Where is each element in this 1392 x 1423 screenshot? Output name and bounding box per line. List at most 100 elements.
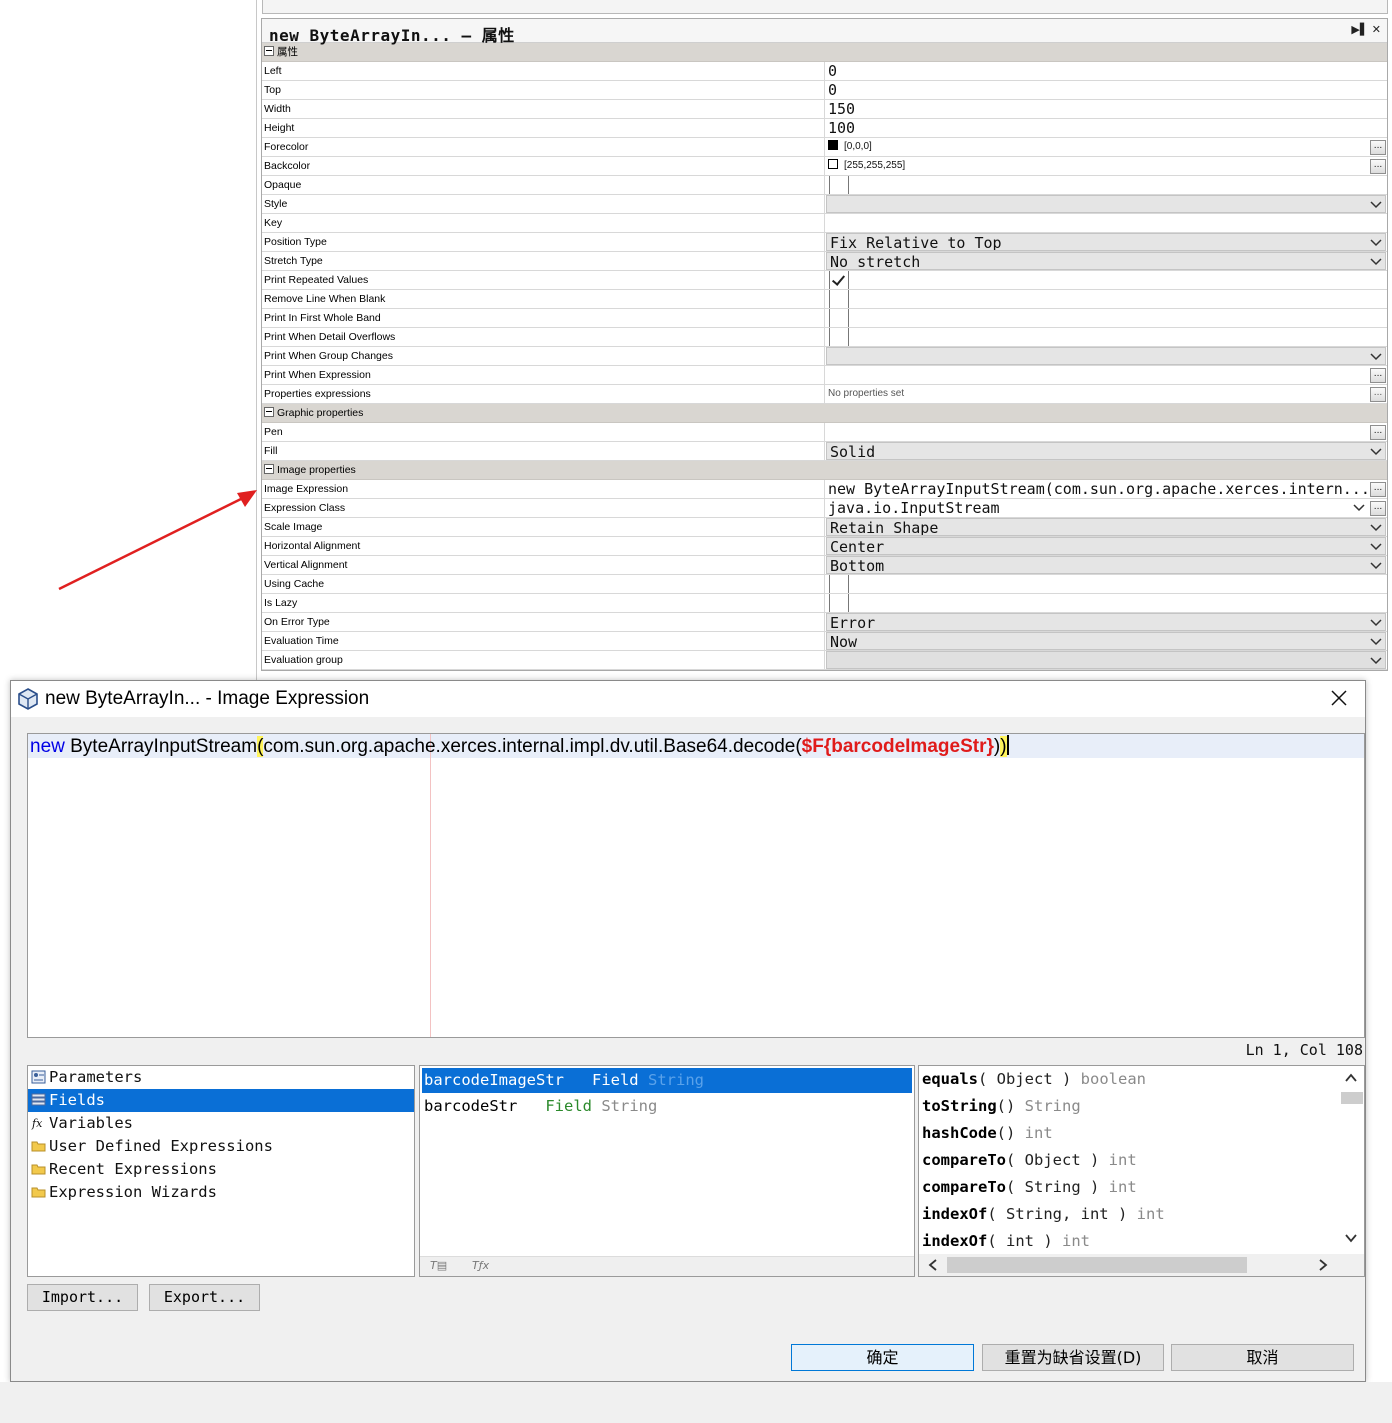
- property-row-print-when-group-changes[interactable]: Print When Group Changes: [262, 347, 1387, 366]
- property-value[interactable]: ...: [825, 423, 1387, 441]
- property-row-print-when-detail-overflows[interactable]: Print When Detail Overflows: [262, 328, 1387, 347]
- ellipsis-button[interactable]: ...: [1370, 425, 1386, 440]
- property-value[interactable]: No properties set...: [825, 385, 1387, 403]
- property-row-pen[interactable]: Pen...: [262, 423, 1387, 442]
- property-value[interactable]: No stretch: [826, 252, 1386, 270]
- filter-type-icon[interactable]: T▤: [430, 1259, 447, 1272]
- chevron-down-icon[interactable]: [1370, 521, 1382, 533]
- property-value[interactable]: java.io.InputStream...: [825, 499, 1387, 517]
- chevron-down-icon[interactable]: [1370, 616, 1382, 628]
- property-value[interactable]: Bottom: [826, 556, 1386, 574]
- methods-vertical-scrollbar[interactable]: [1339, 1066, 1364, 1256]
- property-row-height[interactable]: Height 100: [262, 119, 1387, 138]
- property-row-position-type[interactable]: Position Type Fix Relative to Top: [262, 233, 1387, 252]
- method-item[interactable]: compareTo( Object ) int: [919, 1147, 1364, 1174]
- property-value[interactable]: 150: [825, 100, 1387, 118]
- tree-item-user-defined-expressions[interactable]: User Defined Expressions: [28, 1135, 414, 1158]
- property-value[interactable]: 100: [825, 119, 1387, 137]
- scroll-right-icon[interactable]: [1317, 1259, 1329, 1271]
- collapse-icon[interactable]: [264, 46, 274, 56]
- collapse-icon[interactable]: [264, 464, 274, 474]
- property-value[interactable]: Error: [826, 613, 1386, 631]
- property-value[interactable]: [825, 290, 1387, 308]
- ellipsis-button[interactable]: ...: [1370, 482, 1386, 497]
- reset-defaults-button[interactable]: 重置为缺省设置(D): [982, 1344, 1164, 1371]
- property-row-opaque[interactable]: Opaque: [262, 176, 1387, 195]
- tree-item-variables[interactable]: fx Variables: [28, 1112, 414, 1135]
- tree-item-recent-expressions[interactable]: Recent Expressions: [28, 1158, 414, 1181]
- property-row-is-lazy[interactable]: Is Lazy: [262, 594, 1387, 613]
- property-row-width[interactable]: Width 150: [262, 100, 1387, 119]
- property-value[interactable]: Now: [826, 632, 1386, 650]
- property-row-properties-expressions[interactable]: Properties expressions No properties set.…: [262, 385, 1387, 404]
- method-item[interactable]: toString() String: [919, 1093, 1364, 1120]
- property-value[interactable]: Solid: [826, 442, 1386, 460]
- ellipsis-button[interactable]: ...: [1370, 368, 1386, 383]
- field-item-barcodestr[interactable]: barcodeStr Field String: [420, 1093, 914, 1120]
- field-item-barcodeimagestr[interactable]: barcodeImageStr Field String: [422, 1068, 912, 1093]
- vertical-scroll-thumb[interactable]: [1341, 1092, 1363, 1104]
- tree-item-parameters[interactable]: Parameters: [28, 1066, 414, 1089]
- chevron-down-icon[interactable]: [1370, 350, 1382, 362]
- property-row-vertical-alignment[interactable]: Vertical Alignment Bottom: [262, 556, 1387, 575]
- expression-editor[interactable]: new ByteArrayInputStream(com.sun.org.apa…: [27, 733, 1365, 1038]
- ellipsis-button[interactable]: ...: [1370, 501, 1386, 516]
- method-item[interactable]: indexOf( int ) int: [919, 1228, 1364, 1255]
- property-value[interactable]: [825, 594, 1387, 612]
- property-row-print-when-expression[interactable]: Print When Expression...: [262, 366, 1387, 385]
- property-row-expression-class[interactable]: Expression Class java.io.InputStream...: [262, 499, 1387, 518]
- property-value[interactable]: 0: [825, 81, 1387, 99]
- scroll-up-icon[interactable]: [1345, 1072, 1357, 1084]
- chevron-down-icon[interactable]: [1370, 198, 1382, 210]
- property-value[interactable]: [0,0,0]...: [825, 138, 1387, 156]
- section-graphic[interactable]: Graphic properties: [262, 404, 1387, 423]
- property-row-stretch-type[interactable]: Stretch Type No stretch: [262, 252, 1387, 271]
- property-value[interactable]: [825, 575, 1387, 593]
- property-row-image-expression[interactable]: Image Expression new ByteArrayInputStream…: [262, 480, 1387, 499]
- ellipsis-button[interactable]: ...: [1370, 387, 1386, 402]
- checkbox[interactable]: [829, 176, 849, 194]
- chevron-down-icon[interactable]: [1370, 445, 1382, 457]
- property-row-horizontal-alignment[interactable]: Horizontal Alignment Center: [262, 537, 1387, 556]
- property-value[interactable]: [826, 347, 1386, 365]
- methods-horizontal-scrollbar[interactable]: [919, 1254, 1364, 1276]
- scroll-down-icon[interactable]: [1345, 1232, 1357, 1244]
- checkbox[interactable]: [829, 271, 849, 289]
- ok-button[interactable]: 确定: [791, 1344, 974, 1371]
- section-image[interactable]: Image properties: [262, 461, 1387, 480]
- method-item[interactable]: equals( Object ) boolean: [919, 1066, 1364, 1093]
- property-value[interactable]: ...: [825, 366, 1387, 384]
- panel-menu-icon[interactable]: ▶▌ ✕: [1351, 23, 1381, 36]
- property-row-forecolor[interactable]: Forecolor [0,0,0]...: [262, 138, 1387, 157]
- import-button[interactable]: Import...: [27, 1284, 138, 1311]
- chevron-down-icon[interactable]: [1370, 635, 1382, 647]
- property-value[interactable]: [826, 195, 1386, 213]
- checkbox[interactable]: [829, 594, 849, 612]
- property-value[interactable]: new ByteArrayInputStream(com.sun.org.apa…: [825, 480, 1387, 498]
- property-row-style[interactable]: Style: [262, 195, 1387, 214]
- property-row-print-repeated-values[interactable]: Print Repeated Values: [262, 271, 1387, 290]
- property-value[interactable]: Fix Relative to Top: [826, 233, 1386, 251]
- chevron-down-icon[interactable]: [1370, 654, 1382, 666]
- property-value[interactable]: [825, 328, 1387, 346]
- property-value[interactable]: [255,255,255]...: [825, 157, 1387, 175]
- property-row-backcolor[interactable]: Backcolor [255,255,255]...: [262, 157, 1387, 176]
- checkbox[interactable]: [829, 328, 849, 346]
- property-row-evaluation-time[interactable]: Evaluation Time Now: [262, 632, 1387, 651]
- property-value[interactable]: Center: [826, 537, 1386, 555]
- property-row-scale-image[interactable]: Scale Image Retain Shape: [262, 518, 1387, 537]
- chevron-down-icon[interactable]: [1370, 559, 1382, 571]
- property-row-evaluation-group[interactable]: Evaluation group: [262, 651, 1387, 670]
- checkbox[interactable]: [829, 575, 849, 593]
- property-value[interactable]: 0: [825, 62, 1387, 80]
- property-value[interactable]: [825, 214, 1387, 232]
- property-row-top[interactable]: Top 0: [262, 81, 1387, 100]
- checkbox[interactable]: [829, 309, 849, 327]
- chevron-down-icon[interactable]: [1370, 540, 1382, 552]
- checkbox[interactable]: [829, 290, 849, 308]
- chevron-down-icon[interactable]: [1370, 236, 1382, 248]
- property-value[interactable]: [825, 271, 1387, 289]
- collapse-icon[interactable]: [264, 407, 274, 417]
- method-item[interactable]: compareTo( String ) int: [919, 1174, 1364, 1201]
- property-row-print-in-first-whole-band[interactable]: Print In First Whole Band: [262, 309, 1387, 328]
